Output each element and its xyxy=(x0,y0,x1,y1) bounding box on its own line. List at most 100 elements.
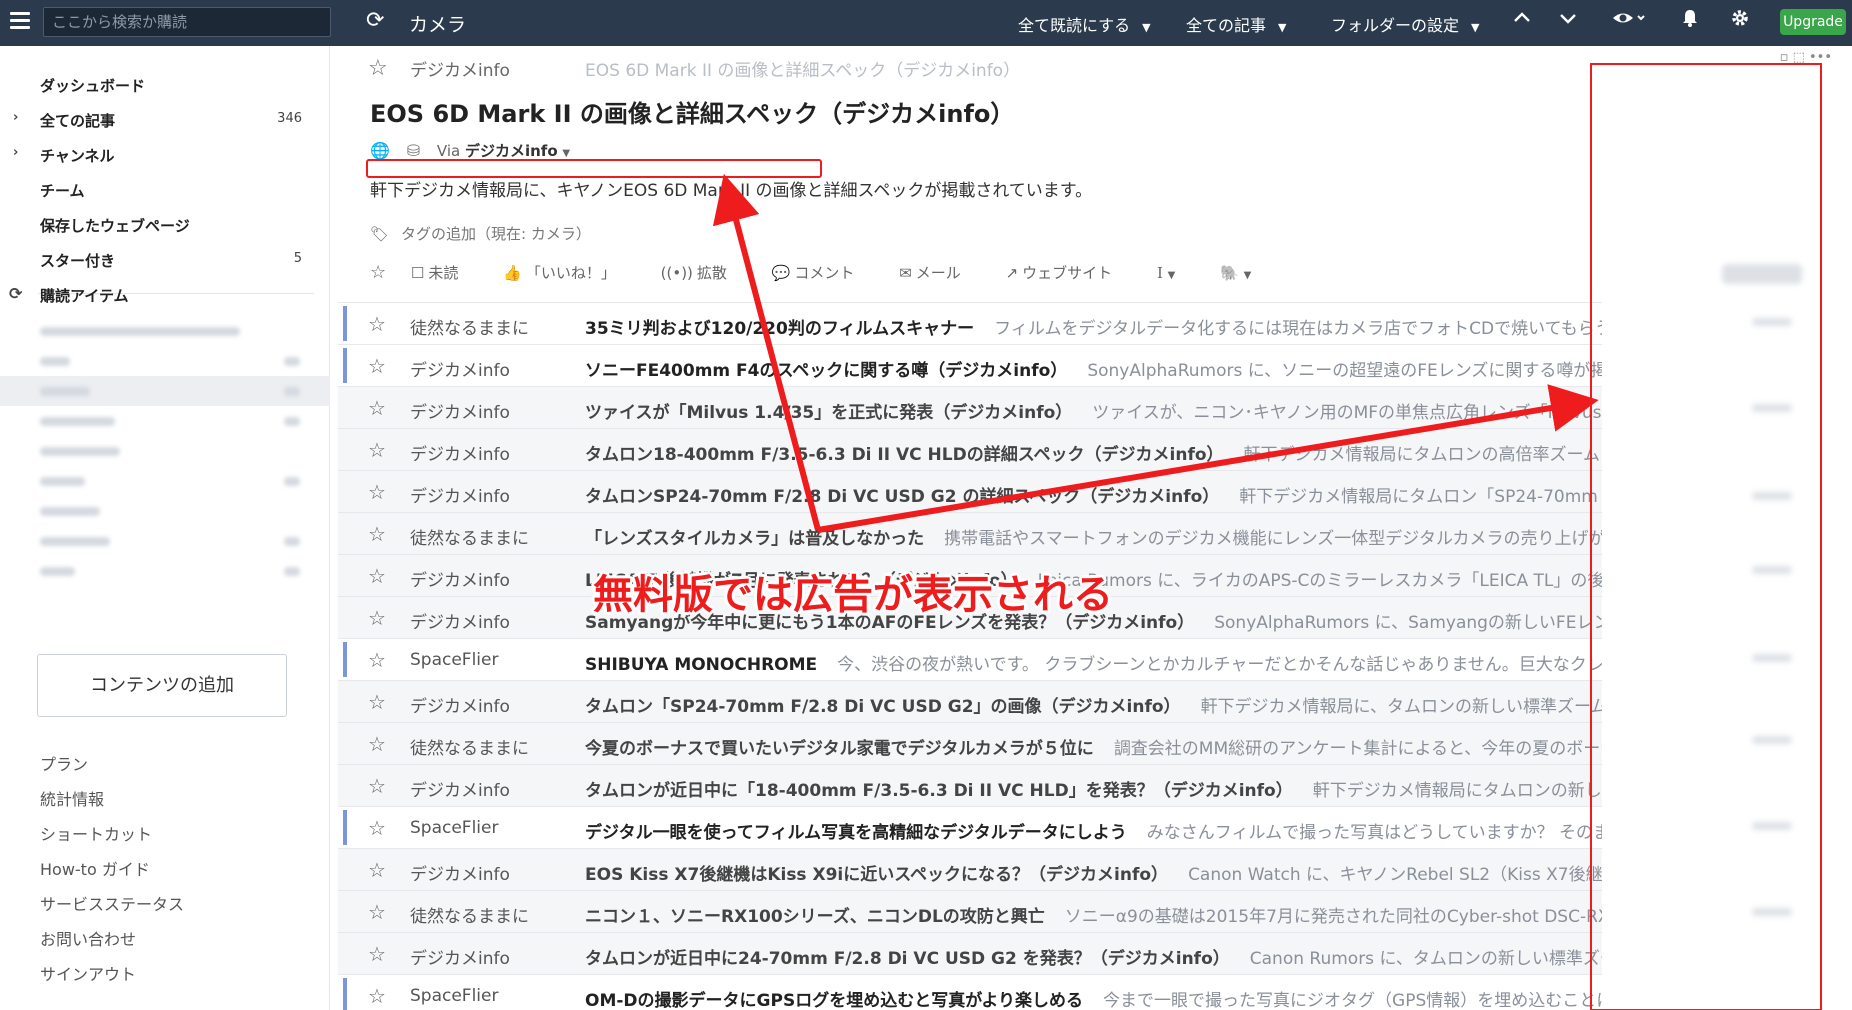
sidebar-item-dashboard[interactable]: ダッシュボード xyxy=(0,69,330,99)
star-icon[interactable]: ☆ xyxy=(368,396,386,420)
article-row-title[interactable]: タムロン18-400mm F/3.5-6.3 Di II VC HLDの詳細スペ… xyxy=(585,445,1224,465)
article-row-title[interactable]: 今夏のボーナスで買いたいデジタル家電でデジタルカメラが５位に xyxy=(585,739,1094,759)
blurred-subscription-item[interactable] xyxy=(0,406,330,436)
article-row[interactable]: ☆ デジカメinfo ツァイスが「Milvus 1.4/35」を正式に発表（デジカメ… xyxy=(338,386,1602,428)
footer-link-plan[interactable]: プラン xyxy=(40,751,88,775)
article-row[interactable]: ☆ デジカメinfo ソニーFE400mm F4のスペックに関する噂（デジカメinf… xyxy=(338,344,1602,386)
star-icon[interactable]: ☆ xyxy=(368,606,386,630)
star-icon[interactable]: ☆ xyxy=(368,900,386,924)
star-icon[interactable]: ☆ xyxy=(368,774,386,798)
blurred-subscription-item[interactable] xyxy=(0,346,330,376)
article-row-title[interactable]: タムロンが近日中に「18-400mm F/3.5-6.3 Di II VC HL… xyxy=(585,781,1293,801)
sidebar-item-all-articles[interactable]: › 全ての記事 346 xyxy=(0,104,330,134)
article-row[interactable]: ☆ SpaceFlier OM-Dの撮影データにGPSログを埋め込むと写真がより楽し… xyxy=(338,974,1602,1010)
footer-link-stats[interactable]: 統計情報 xyxy=(40,786,104,810)
article-row-title[interactable]: タムロン「SP24-70mm F/2.8 Di VC USD G2」の画像（デジ… xyxy=(585,697,1181,717)
footer-link-signout[interactable]: サインアウト xyxy=(40,961,136,985)
sidebar-item-channels[interactable]: › チャンネル xyxy=(0,139,330,169)
article-row-title[interactable]: タムロンが近日中に24-70mm F/2.8 Di VC USD G2 を発表？… xyxy=(585,949,1230,969)
eye-icon[interactable] xyxy=(1612,8,1646,33)
gear-icon[interactable] xyxy=(1730,8,1750,33)
article-row[interactable]: ☆ SpaceFlier デジタル一眼を使ってフィルム写真を高精細なデジタルデータに… xyxy=(338,806,1602,848)
star-icon[interactable]: ☆ xyxy=(368,690,386,714)
star-icon[interactable]: ☆ xyxy=(368,732,386,756)
sidebar-item-saved-pages[interactable]: 保存したウェブページ xyxy=(0,209,330,239)
mark-all-read-button[interactable]: 全て既読にする ▼ xyxy=(1018,12,1151,36)
footer-link-howto[interactable]: How-to ガイド xyxy=(40,856,150,880)
article-row[interactable]: ☆ デジカメinfo タムロン「SP24-70mm F/2.8 Di VC USD … xyxy=(338,680,1602,722)
hamburger-menu-icon[interactable] xyxy=(10,12,30,32)
article-row[interactable]: ☆ 徒然なるままに 「レンズスタイルカメラ」は普及しなかった 携帯電話やスマートフォン… xyxy=(338,512,1602,554)
share-button[interactable]: ((•)) 拡散 xyxy=(661,264,747,282)
article-row[interactable]: ☆ 徒然なるままに ニコン１、ソニーRX100シリーズ、ニコンDLの攻防と興亡 ソニー… xyxy=(338,890,1602,932)
footer-link-contact[interactable]: お問い合わせ xyxy=(40,926,136,950)
chevron-right-icon[interactable]: › xyxy=(13,110,18,125)
article-row[interactable]: ☆ デジカメinfo EOS Kiss X7後継機はKiss X9iに近いスペックに… xyxy=(338,848,1602,890)
star-icon[interactable]: ☆ xyxy=(368,56,388,81)
star-icon[interactable]: ☆ xyxy=(368,648,386,672)
blurred-subscription-item[interactable] xyxy=(0,436,330,466)
like-button[interactable]: 👍 「いいね！」 xyxy=(503,264,636,282)
star-icon[interactable]: ☆ xyxy=(368,816,386,840)
blurred-subscription-item[interactable] xyxy=(0,526,330,556)
blurred-subscription-item[interactable] xyxy=(0,496,330,526)
footer-link-shortcuts[interactable]: ショートカット xyxy=(40,821,152,845)
article-row-title[interactable]: EOS Kiss X7後継機はKiss X9iに近いスペックになる？（デジカメi… xyxy=(585,865,1168,885)
article-row[interactable]: ☆ デジカメinfo タムロンが近日中に24-70mm F/2.8 Di VC US… xyxy=(338,932,1602,974)
star-icon[interactable]: ☆ xyxy=(368,312,386,336)
star-icon[interactable]: ☆ xyxy=(368,438,386,462)
chevron-right-icon[interactable]: › xyxy=(13,145,18,160)
star-icon[interactable]: ☆ xyxy=(368,942,386,966)
star-icon[interactable]: ☆ xyxy=(368,480,386,504)
chevron-up-icon[interactable] xyxy=(1512,8,1532,33)
blurred-subscription-item[interactable] xyxy=(0,376,330,406)
article-row-title[interactable]: 35ミリ判および120/220判のフィルムスキャナー xyxy=(585,319,974,339)
star-icon[interactable]: ☆ xyxy=(368,522,386,546)
website-button[interactable]: ↗ ウェブサイト xyxy=(1006,264,1133,282)
article-row[interactable]: ☆ デジカメinfo タムロンSP24-70mm F/2.8 Di VC USD G… xyxy=(338,470,1602,512)
mail-button[interactable]: ✉ メール xyxy=(899,264,981,282)
article-row-title[interactable]: タムロンSP24-70mm F/2.8 Di VC USD G2 の詳細スペック… xyxy=(585,487,1219,507)
article-row-title[interactable]: ツァイスが「Milvus 1.4/35」を正式に発表（デジカメinfo） xyxy=(585,403,1072,423)
evernote-button[interactable]: 🐘 ▼ xyxy=(1220,264,1271,282)
article-row-title[interactable]: 「レンズスタイルカメラ」は普及しなかった xyxy=(585,529,924,549)
via-source[interactable]: Via デジカメinfo ▼ xyxy=(437,142,570,160)
chevron-down-icon[interactable] xyxy=(1558,8,1578,33)
blurred-subscription-item[interactable] xyxy=(0,556,330,586)
instapaper-button[interactable]: I ▼ xyxy=(1157,264,1195,282)
sidebar-item-team[interactable]: チーム xyxy=(0,174,330,204)
article-row-title[interactable]: ニコン１、ソニーRX100シリーズ、ニコンDLの攻防と興亡 xyxy=(585,907,1045,927)
article-row[interactable]: ☆ デジカメinfo タムロン18-400mm F/3.5-6.3 Di II VC… xyxy=(338,428,1602,470)
folder-settings-button[interactable]: フォルダーの設定 ▼ xyxy=(1331,12,1479,36)
sidebar-item-starred[interactable]: スター付き 5 xyxy=(0,244,330,274)
article-row-title[interactable]: ソニーFE400mm F4のスペックに関する噂（デジカメinfo） xyxy=(585,361,1067,381)
star-icon[interactable]: ☆ xyxy=(370,262,386,283)
footer-link-status[interactable]: サービスステータス xyxy=(40,891,184,915)
article-row[interactable]: ☆ 徒然なるままに 35ミリ判および120/220判のフィルムスキャナー フィルムをデ… xyxy=(338,302,1602,344)
article-title[interactable]: EOS 6D Mark II の画像と詳細スペック（デジカメinfo） xyxy=(370,94,1014,129)
blurred-subscription-item[interactable] xyxy=(0,466,330,496)
article-row[interactable]: ☆ デジカメinfo タムロンが近日中に「18-400mm F/3.5-6.3 Di… xyxy=(338,764,1602,806)
sidebar-item-subscriptions[interactable]: ⟳ 購読アイテム xyxy=(0,279,330,309)
article-row-title[interactable]: OM-Dの撮影データにGPSログを埋め込むと写真がより楽しめる xyxy=(585,991,1083,1010)
upgrade-button[interactable]: Upgrade xyxy=(1780,9,1846,35)
star-icon[interactable]: ☆ xyxy=(368,984,386,1008)
star-icon[interactable]: ☆ xyxy=(368,858,386,882)
star-icon[interactable]: ☆ xyxy=(368,564,386,588)
add-content-button[interactable]: コンテンツの追加 xyxy=(37,654,287,717)
ad-options-icon[interactable]: ▫ ⬚ ••• xyxy=(1780,50,1832,65)
all-articles-filter[interactable]: 全ての記事 ▼ xyxy=(1186,12,1286,36)
article-row-title[interactable]: SHIBUYA MONOCHROME xyxy=(585,655,817,675)
article-row-title[interactable]: デジタル一眼を使ってフィルム写真を高精細なデジタルデータにしよう xyxy=(585,823,1127,843)
article-row[interactable]: ☆ SpaceFlier SHIBUYA MONOCHROME 今、渋谷の夜が熱いです… xyxy=(338,638,1602,680)
comment-button[interactable]: 💬 コメント xyxy=(772,264,875,282)
refresh-icon[interactable]: ⟳ xyxy=(9,284,22,303)
refresh-icon[interactable]: ⟳ xyxy=(366,8,384,33)
mark-unread-button[interactable]: ☐ 未読 xyxy=(411,264,478,282)
blurred-subscription-item[interactable] xyxy=(0,316,330,346)
article-row[interactable]: ☆ 徒然なるままに 今夏のボーナスで買いたいデジタル家電でデジタルカメラが５位に 調査… xyxy=(338,722,1602,764)
bell-icon[interactable] xyxy=(1681,8,1699,33)
search-input[interactable] xyxy=(43,7,331,37)
add-tag-button[interactable]: 🏷 タグの追加（現在: カメラ） xyxy=(370,223,591,244)
star-icon[interactable]: ☆ xyxy=(368,354,386,378)
